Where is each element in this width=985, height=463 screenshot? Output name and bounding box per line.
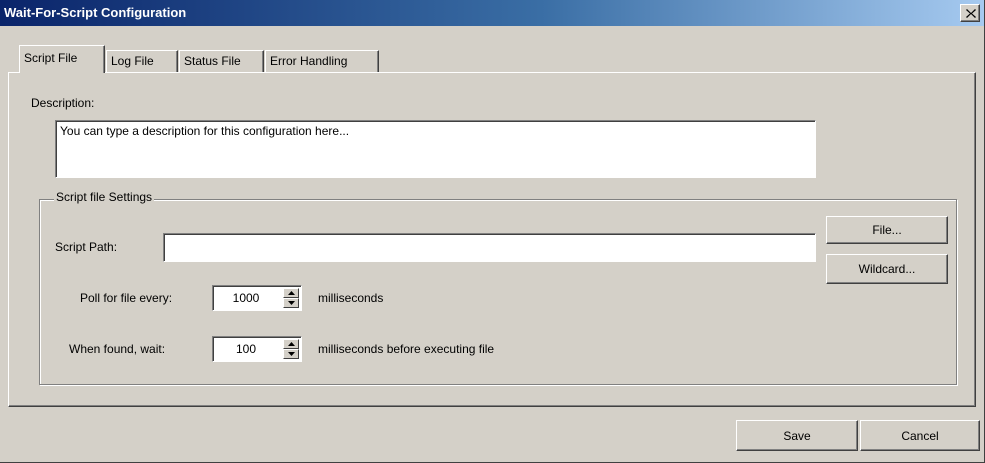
poll-down-button[interactable] <box>283 298 299 308</box>
group-title: Script file Settings <box>54 190 155 204</box>
close-icon <box>966 9 976 18</box>
script-settings-group <box>39 199 957 385</box>
wait-up-button[interactable] <box>283 339 299 349</box>
description-textarea[interactable] <box>55 120 816 178</box>
wait-interval-stepper[interactable] <box>212 336 302 362</box>
poll-interval-stepper[interactable] <box>212 285 302 311</box>
tab-script-file[interactable]: Script File <box>19 45 105 73</box>
tab-label: Error Handling <box>270 54 348 68</box>
tab-status-file[interactable]: Status File <box>179 50 264 72</box>
window-title: Wait-For-Script Configuration <box>4 5 187 20</box>
wait-down-button[interactable] <box>283 349 299 359</box>
poll-up-button[interactable] <box>283 288 299 298</box>
tab-label: Log File <box>111 54 154 68</box>
close-button[interactable] <box>960 4 980 22</box>
tab-error-handling[interactable]: Error Handling <box>265 50 379 72</box>
poll-interval-input[interactable] <box>216 289 276 307</box>
wait-interval-input[interactable] <box>216 340 276 358</box>
arrow-up-icon <box>288 342 295 346</box>
save-button[interactable]: Save <box>736 420 858 451</box>
poll-label: Poll for file every: <box>80 291 173 305</box>
arrow-up-icon <box>288 291 295 295</box>
tab-label: Status File <box>184 54 241 68</box>
poll-units-label: milliseconds <box>318 291 384 305</box>
script-path-input[interactable] <box>163 233 816 262</box>
wildcard-button[interactable]: Wildcard... <box>826 254 948 284</box>
dialog-window: Wait-For-Script Configuration Script Fil… <box>0 0 985 463</box>
tab-log-file[interactable]: Log File <box>106 50 178 72</box>
wait-label: When found, wait: <box>69 342 166 356</box>
tab-label: Script File <box>24 51 78 65</box>
description-label: Description: <box>31 96 95 110</box>
arrow-down-icon <box>288 301 295 305</box>
cancel-button[interactable]: Cancel <box>860 420 980 451</box>
wait-units-label: milliseconds before executing file <box>318 342 495 356</box>
arrow-down-icon <box>288 352 295 356</box>
title-bar[interactable]: Wait-For-Script Configuration <box>0 0 984 26</box>
script-path-label: Script Path: <box>55 240 118 254</box>
file-button[interactable]: File... <box>826 216 948 244</box>
